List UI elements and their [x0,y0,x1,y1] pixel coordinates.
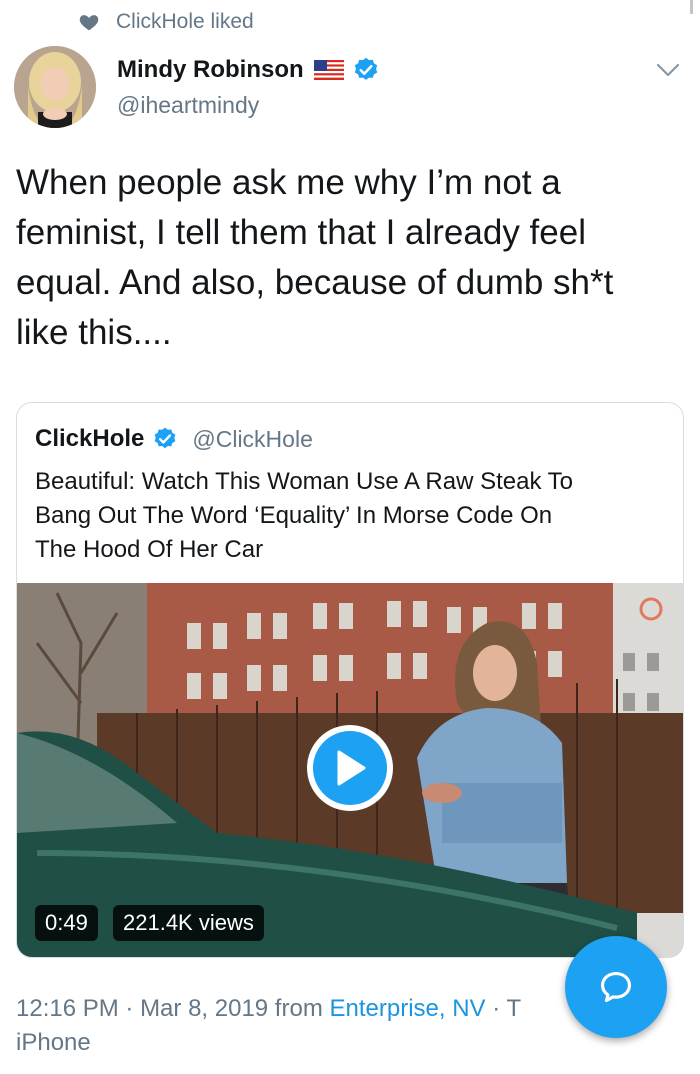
author-handle[interactable]: @iheartmindy [117,92,259,119]
quoted-tweet-text: Beautiful: Watch This Woman Use A Raw St… [35,465,655,567]
play-icon [337,750,366,786]
quoted-tweet-header: ClickHole @ClickHole [35,425,313,453]
social-context-text: ClickHole liked [116,10,254,33]
video-view-count: 221.4K views [113,905,264,941]
tweet-location-link[interactable]: Enterprise, NV [329,995,485,1022]
verified-badge-icon [154,427,176,449]
tweet-date: Mar 8, 2019 [140,995,269,1022]
play-button[interactable] [307,725,393,811]
tweet-text-line: feminist, I tell them that I already fee… [16,213,586,252]
author-name[interactable]: Mindy Robinson [117,56,304,84]
avatar-image [14,46,96,128]
us-flag-icon [313,60,344,80]
quoted-author-name: ClickHole [35,425,145,452]
tweet-source-device: iPhone [16,1029,91,1056]
compose-reply-icon [600,971,632,1003]
verified-badge-icon [354,57,377,80]
quoted-text-line: Bang Out The Word ‘Equality’ In Morse Co… [35,502,553,529]
tweet-text: When people ask me why I’m not a feminis… [16,158,686,358]
quoted-text-line: The Hood Of Her Car [35,536,264,563]
tweet-text-line: equal. And also, because of dumb sh*t [16,263,614,302]
tweet-text-line: When people ask me why I’m not a [16,163,561,202]
compose-reply-button[interactable] [565,936,667,1038]
quoted-text-line: Beautiful: Watch This Woman Use A Raw St… [35,468,574,495]
tweet-text-line: like this.... [16,313,172,352]
heart-icon [79,15,99,31]
video-player[interactable]: 0:49 221.4K views [17,583,683,957]
video-duration: 0:49 [35,905,98,941]
social-context: ClickHole liked [78,8,254,36]
play-button-inner [313,731,387,805]
meta-separator: · T [485,995,522,1022]
avatar[interactable] [14,46,96,128]
tweet-time: 12:16 PM [16,995,119,1022]
meta-from: from [268,995,330,1022]
quoted-tweet-card[interactable]: ClickHole @ClickHole Beautiful: Watch Th… [16,402,684,958]
chevron-down-icon[interactable] [654,60,682,80]
scroll-indicator [690,0,693,14]
meta-separator: · [118,995,141,1022]
author-name-row: Mindy Robinson [117,56,380,84]
quoted-author-handle: @ClickHole [192,425,313,452]
